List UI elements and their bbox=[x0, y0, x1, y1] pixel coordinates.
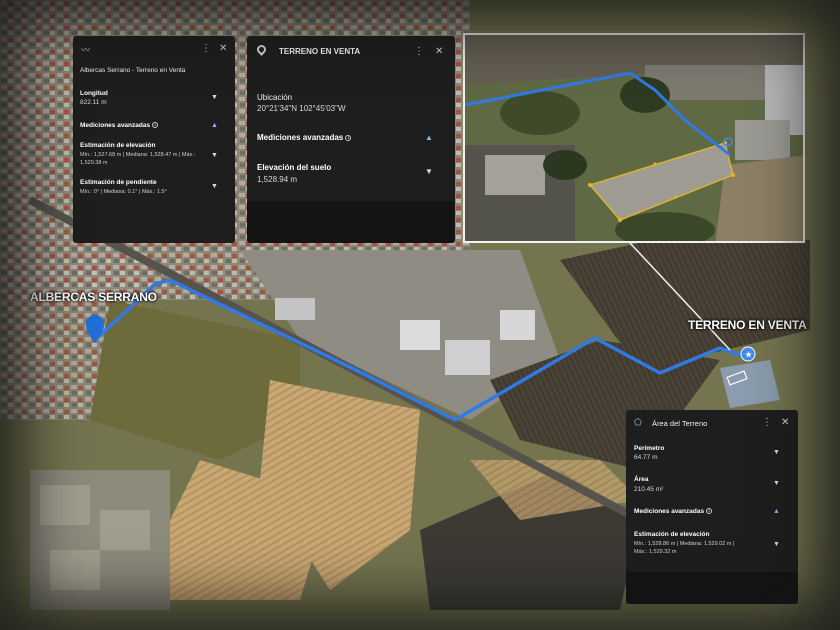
location-panel: TERRENO EN VENTA ⋮ ✕ Ubicación 20°21'34"… bbox=[247, 36, 455, 243]
close-icon[interactable]: ✕ bbox=[219, 43, 227, 54]
area-label: Área bbox=[634, 476, 649, 483]
length-label: Longitud bbox=[80, 90, 108, 97]
ground-elevation-value: 1,528.94 m bbox=[257, 175, 298, 184]
panel-footer bbox=[626, 572, 798, 604]
panel-title: Albercas Serrano - Terreno en Venta bbox=[80, 67, 186, 74]
elevation-value-line1: Mín.: 1,528.86 m | Mediana: 1,529.02 m | bbox=[634, 541, 735, 547]
info-icon: i bbox=[152, 122, 159, 129]
advanced-measurements-toggle[interactable]: Mediciones avanzadas i bbox=[257, 133, 352, 142]
advanced-label: Mediciones avanzadas bbox=[80, 122, 151, 129]
slope-value: Mín.: 0° | Mediana: 0.1° | Máx.: 1.5° bbox=[80, 189, 167, 195]
info-icon: i bbox=[706, 508, 713, 515]
slope-expand-chevron[interactable]: ▼ bbox=[211, 183, 218, 190]
map-label-destination: TERRENO EN VENTA bbox=[688, 318, 807, 332]
svg-text:★: ★ bbox=[745, 351, 753, 361]
perimeter-expand-chevron[interactable]: ▼ bbox=[773, 449, 780, 456]
info-icon: i bbox=[345, 134, 352, 141]
panel-title: TERRENO EN VENTA bbox=[279, 47, 361, 56]
close-icon[interactable]: ✕ bbox=[435, 46, 443, 57]
polygon-icon: ⬠ bbox=[634, 417, 642, 427]
collapse-chevron[interactable]: ▲ bbox=[211, 122, 218, 129]
area-expand-chevron[interactable]: ▼ bbox=[773, 480, 780, 487]
advanced-label: Mediciones avanzadas bbox=[257, 133, 344, 142]
elevation-label: Estimación de elevación bbox=[80, 142, 156, 149]
panel-footer bbox=[247, 201, 455, 243]
more-options-icon[interactable]: ⋮ bbox=[762, 417, 772, 428]
path-icon: 〰 bbox=[81, 45, 91, 55]
length-expand-chevron[interactable]: ▼ bbox=[211, 94, 218, 101]
close-icon[interactable]: ✕ bbox=[781, 417, 789, 428]
collapse-chevron[interactable]: ▲ bbox=[425, 133, 433, 142]
ground-expand-chevron[interactable]: ▼ bbox=[425, 167, 433, 176]
inset-zoom-view bbox=[463, 33, 805, 243]
elevation-expand-chevron[interactable]: ▼ bbox=[773, 541, 780, 548]
elevation-expand-chevron[interactable]: ▼ bbox=[211, 152, 218, 159]
elevation-label: Estimación de elevación bbox=[634, 531, 710, 538]
location-pin-icon bbox=[255, 43, 268, 56]
ground-elevation-label: Elevación del suelo bbox=[257, 163, 332, 172]
length-value: 822.11 m bbox=[80, 99, 107, 106]
area-panel: ⬠ Área del Terreno ⋮ ✕ Perímetro 64.77 m… bbox=[626, 410, 798, 604]
location-label: Ubicación bbox=[257, 93, 293, 102]
elevation-value: Mín.: 1,527.68 m | Mediana: 1,528.47 m |… bbox=[80, 152, 196, 166]
advanced-measurements-toggle[interactable]: Mediciones avanzadas i bbox=[634, 508, 713, 515]
path-measure-panel: 〰 ⋮ ✕ Albercas Serrano - Terreno en Vent… bbox=[73, 36, 235, 243]
more-options-icon[interactable]: ⋮ bbox=[201, 43, 211, 54]
map-label-origin: ALBERCAS SERRANO bbox=[30, 290, 157, 304]
panel-title: Área del Terreno bbox=[652, 419, 708, 428]
area-value: 210.45 m² bbox=[634, 486, 664, 493]
elevation-value-line2: Máx.: 1,529.32 m bbox=[634, 549, 677, 555]
advanced-label: Mediciones avanzadas bbox=[634, 508, 705, 515]
more-options-icon[interactable]: ⋮ bbox=[414, 46, 424, 57]
slope-label: Estimación de pendiente bbox=[80, 179, 157, 186]
location-value: 20°21'34"N 102°45'03"W bbox=[257, 104, 346, 113]
advanced-measurements-toggle[interactable]: Mediciones avanzadas i bbox=[80, 122, 159, 129]
perimeter-label: Perímetro bbox=[634, 445, 665, 452]
collapse-chevron[interactable]: ▲ bbox=[773, 508, 780, 515]
perimeter-value: 64.77 m bbox=[634, 454, 658, 461]
